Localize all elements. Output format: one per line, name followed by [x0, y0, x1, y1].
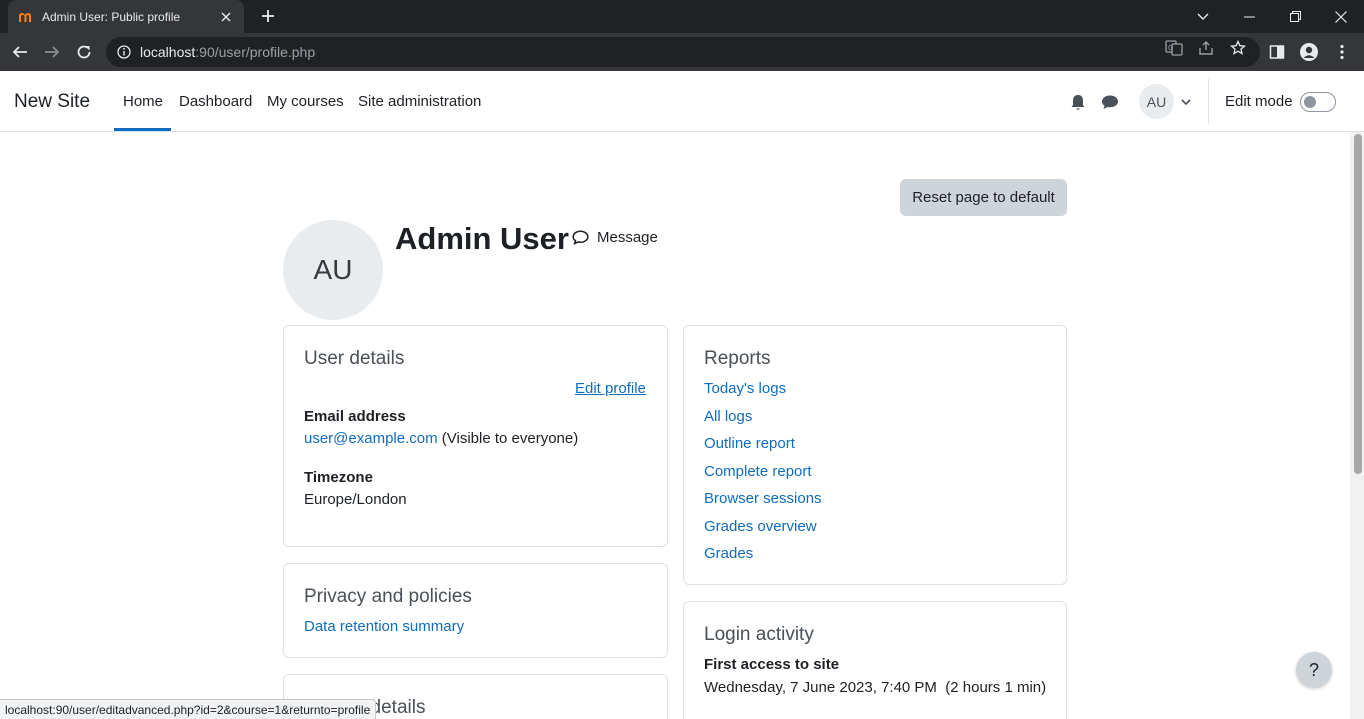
bell-icon[interactable]	[1068, 92, 1088, 112]
address-bar[interactable]: localhost:90/user/profile.php	[106, 37, 1260, 67]
translate-icon[interactable]: G	[1162, 38, 1186, 58]
browser-tab[interactable]: Admin User: Public profile	[8, 0, 244, 33]
user-details-card: User details Edit profile Email address …	[283, 325, 668, 547]
privacy-card: Privacy and policies Data retention summ…	[283, 563, 668, 658]
browser-toolbar: localhost:90/user/profile.php G	[0, 33, 1364, 71]
browser-tab-strip: Admin User: Public profile	[0, 0, 1364, 33]
nav-dashboard[interactable]: Dashboard	[179, 93, 252, 110]
site-navbar: New Site Home Dashboard My courses Site …	[0, 71, 1364, 132]
profile-avatar: AU	[283, 220, 383, 320]
tab-close-icon[interactable]	[218, 9, 234, 25]
kebab-menu-icon[interactable]	[1328, 38, 1356, 66]
navbar-divider	[1208, 79, 1209, 124]
browser-status-url: localhost:90/user/editadvanced.php?id=2&…	[0, 699, 377, 719]
edit-mode-toggle[interactable]	[1300, 92, 1336, 112]
forward-arrow-icon[interactable]	[38, 38, 66, 66]
report-link-complete[interactable]: Complete report	[704, 463, 812, 480]
login-activity-title: Login activity	[704, 624, 814, 645]
reports-title: Reports	[704, 348, 771, 369]
timezone-label: Timezone	[304, 469, 373, 486]
tab-search-chevron-icon[interactable]	[1180, 0, 1226, 33]
user-menu-avatar[interactable]: AU	[1139, 84, 1174, 119]
profile-name: Admin User	[395, 221, 569, 256]
reset-page-button[interactable]: Reset page to default	[900, 179, 1067, 216]
reload-icon[interactable]	[70, 38, 98, 66]
timezone-value: Europe/London	[304, 491, 407, 508]
profile-icon[interactable]	[1295, 38, 1323, 66]
edit-profile-link[interactable]: Edit profile	[575, 380, 646, 397]
nav-site-administration[interactable]: Site administration	[358, 93, 481, 110]
report-link-grades-overview[interactable]: Grades overview	[704, 518, 817, 535]
user-details-title: User details	[304, 348, 405, 369]
nav-home[interactable]: Home	[123, 93, 163, 110]
message-label: Message	[597, 229, 658, 246]
toggle-knob	[1304, 96, 1316, 108]
site-info-icon[interactable]	[116, 44, 132, 60]
first-access-value: Wednesday, 7 June 2023, 7:40 PM (2 hours…	[704, 679, 1047, 696]
side-panel-icon[interactable]	[1263, 38, 1291, 66]
bookmark-star-icon[interactable]	[1226, 38, 1250, 58]
site-brand[interactable]: New Site	[14, 91, 90, 113]
messages-icon[interactable]	[1100, 92, 1120, 112]
report-link-outline[interactable]: Outline report	[704, 435, 795, 452]
email-label: Email address	[304, 408, 406, 425]
email-visibility: (Visible to everyone)	[441, 430, 579, 447]
report-link-grades[interactable]: Grades	[704, 545, 753, 562]
data-retention-link[interactable]: Data retention summary	[304, 618, 464, 635]
report-link-all-logs[interactable]: All logs	[704, 408, 752, 425]
minimize-icon[interactable]	[1226, 0, 1272, 33]
edit-mode-label: Edit mode	[1225, 93, 1293, 110]
back-arrow-icon[interactable]	[6, 38, 34, 66]
report-link-browser-sessions[interactable]: Browser sessions	[704, 490, 822, 507]
message-button[interactable]: Message	[572, 229, 658, 246]
svg-text:G: G	[1168, 45, 1173, 52]
tab-title: Admin User: Public profile	[42, 9, 181, 24]
email-row: user@example.com (Visible to everyone)	[304, 430, 578, 447]
new-tab-plus-icon[interactable]	[258, 6, 278, 26]
first-access-label: First access to site	[704, 656, 840, 673]
active-nav-indicator	[114, 128, 171, 131]
restore-icon[interactable]	[1272, 0, 1318, 33]
moodle-favicon-icon	[18, 9, 34, 25]
speech-bubble-icon	[572, 230, 589, 245]
page-scrollbar-thumb[interactable]	[1354, 134, 1362, 474]
nav-my-courses[interactable]: My courses	[267, 93, 344, 110]
close-window-icon[interactable]	[1318, 0, 1364, 33]
reports-card: Reports Today's logs All logs Outline re…	[683, 325, 1067, 585]
privacy-title: Privacy and policies	[304, 586, 472, 607]
email-link[interactable]: user@example.com	[304, 430, 438, 447]
help-button[interactable]: ?	[1296, 652, 1332, 688]
login-activity-card: Login activity First access to site Wedn…	[683, 601, 1067, 719]
chevron-down-icon[interactable]	[1180, 95, 1192, 107]
share-icon[interactable]	[1194, 38, 1218, 58]
url-text: localhost:90/user/profile.php	[140, 44, 316, 60]
report-link-todays-logs[interactable]: Today's logs	[704, 380, 786, 397]
